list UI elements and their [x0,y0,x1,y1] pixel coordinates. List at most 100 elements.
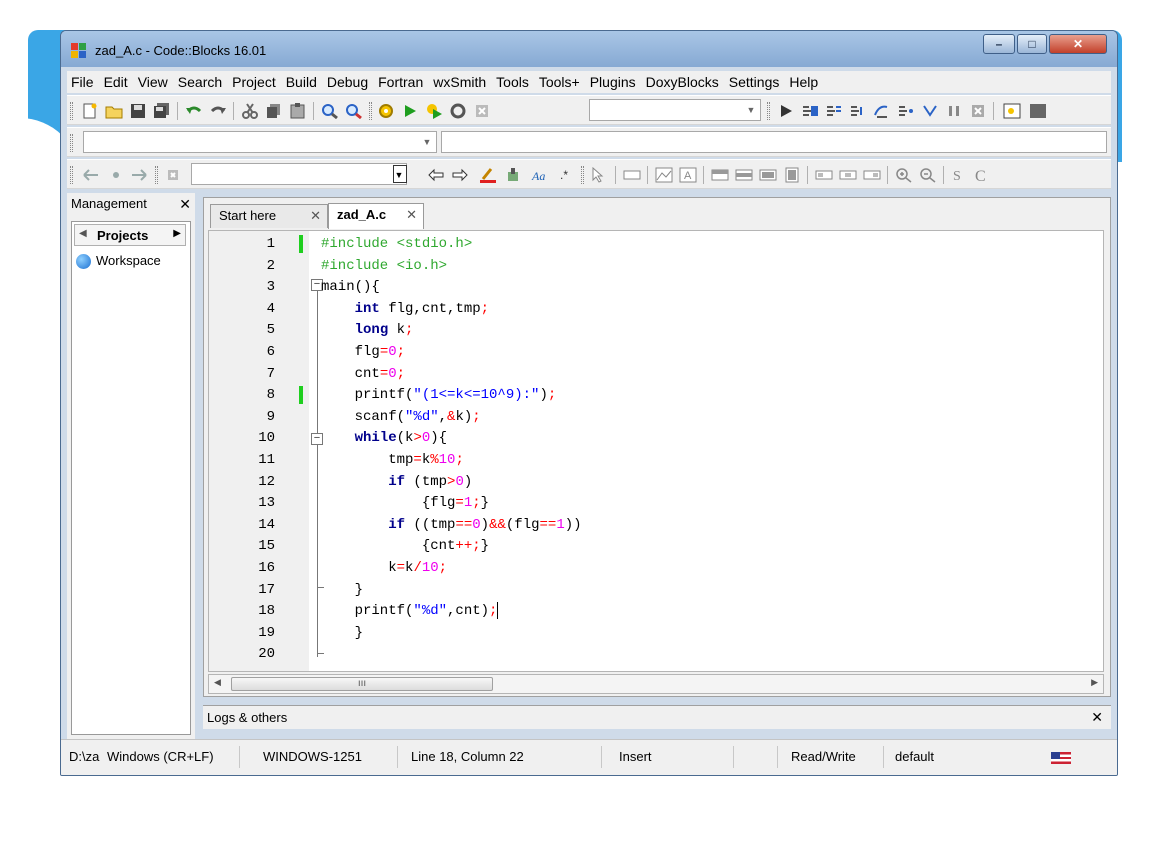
frame-center-icon[interactable] [839,167,857,183]
next-line-icon[interactable] [825,103,843,119]
scroll-thumb[interactable]: ııı [231,677,493,691]
menu-project[interactable]: Project [228,71,282,93]
find-next-icon[interactable] [451,167,469,183]
horizontal-scrollbar[interactable]: ◀ ııı ▶ [208,674,1104,694]
code-line[interactable]: 20 [209,643,1103,665]
function-select[interactable] [441,131,1107,153]
various-info-icon[interactable] [1029,103,1047,119]
scroll-right-icon[interactable]: ▶ [1091,677,1098,688]
toolbar-grip[interactable] [767,102,770,120]
menu-tools-plus[interactable]: Tools+ [535,71,586,93]
toolbar-grip[interactable] [581,166,584,184]
step-into-icon[interactable] [849,103,867,119]
code-line[interactable]: 14 if ((tmp==0)&&(flg==1)) [209,514,1103,536]
code-line[interactable]: 16 k=k/10; [209,557,1103,579]
build-gear-icon[interactable] [377,103,395,119]
debugging-windows-icon[interactable] [1003,103,1021,119]
tab-start-here[interactable]: Start here ✕ [210,204,328,228]
s-icon[interactable]: S [949,167,967,183]
menu-debug[interactable]: Debug [323,71,374,93]
chevron-right-icon[interactable]: ▶ [173,228,181,239]
toolbar-grip[interactable] [155,166,158,184]
c-icon[interactable]: C [973,167,991,183]
replace-icon[interactable] [345,103,363,119]
scope-select[interactable]: ▼ [83,131,437,153]
workspace-item[interactable]: Workspace [96,253,161,268]
zoom-in-icon[interactable] [895,167,913,183]
form-text-icon[interactable]: A [679,167,697,183]
menu-build[interactable]: Build [282,71,323,93]
code-line[interactable]: 11 tmp=k%10; [209,449,1103,471]
code-line[interactable]: 5 long k; [209,319,1103,341]
search-dropdown-button[interactable]: ▼ [393,165,407,183]
maximize-button[interactable]: □ [1017,34,1047,54]
bookmark-icon[interactable] [107,167,125,183]
form-rect-icon[interactable] [623,167,641,183]
code-line[interactable]: 15 {cnt++;} [209,535,1103,557]
copy-icon[interactable] [265,103,283,119]
form-image-icon[interactable] [655,167,673,183]
code-line[interactable]: 17 } [209,579,1103,601]
menu-view[interactable]: View [134,71,174,93]
menu-fortran[interactable]: Fortran [374,71,429,93]
close-button[interactable]: ✕ [1049,34,1107,54]
close-icon[interactable]: ✕ [179,193,191,215]
toolbar-grip[interactable] [70,134,73,152]
match-case-icon[interactable]: Aa [531,167,549,183]
redo-icon[interactable] [209,103,227,119]
undo-icon[interactable] [185,103,203,119]
step-instruction-icon[interactable] [921,103,939,119]
menu-settings[interactable]: Settings [725,71,786,93]
code-line[interactable]: 9 scanf("%d",&k); [209,406,1103,428]
layout-middle-icon[interactable] [735,167,753,183]
menu-help[interactable]: Help [785,71,824,93]
build-and-run-icon[interactable] [425,103,443,119]
code-line[interactable]: 10 while(k>0){ [209,427,1103,449]
find-icon[interactable] [321,103,339,119]
new-file-icon[interactable] [81,103,99,119]
incremental-search-input[interactable] [191,163,407,185]
code-editor[interactable]: − − 1 #include <stdio.h> 2 #include <io.h> 3… [208,230,1104,672]
jump-forward-icon[interactable] [129,167,147,183]
toolbar-grip[interactable] [70,102,73,120]
scroll-left-icon[interactable]: ◀ [214,677,221,688]
find-previous-icon[interactable] [427,167,445,183]
frame-right-icon[interactable] [863,167,881,183]
run-to-cursor-icon[interactable] [801,103,819,119]
pause-icon[interactable] [945,103,963,119]
code-line[interactable]: 18 printf("%d",cnt); [209,600,1103,622]
menu-tools[interactable]: Tools [492,71,535,93]
chevron-left-icon[interactable]: ◀ [79,228,87,239]
code-line[interactable]: 13 {flg=1;} [209,492,1103,514]
selected-text-only-icon[interactable] [505,167,523,183]
menu-edit[interactable]: Edit [100,71,134,93]
code-line[interactable]: 7 cnt=0; [209,363,1103,385]
toolbar-grip[interactable] [70,166,73,184]
debug-run-icon[interactable] [777,103,795,119]
highlight-icon[interactable] [479,167,497,183]
stop-debugger-icon[interactable] [969,103,987,119]
frame-left-icon[interactable] [815,167,833,183]
jump-back-icon[interactable] [83,167,101,183]
menu-doxyblocks[interactable]: DoxyBlocks [642,71,725,93]
toolbar-grip[interactable] [369,102,372,120]
save-all-icon[interactable] [153,103,171,119]
layout-bottom-icon[interactable] [759,167,777,183]
layout-top-icon[interactable] [711,167,729,183]
next-instruction-icon[interactable] [897,103,915,119]
close-icon[interactable]: ✕ [310,205,321,227]
save-icon[interactable] [129,103,147,119]
cut-icon[interactable] [241,103,259,119]
menu-wxsmith[interactable]: wxSmith [429,71,492,93]
minimize-button[interactable]: – [983,34,1015,54]
menu-plugins[interactable]: Plugins [586,71,642,93]
layout-full-icon[interactable] [783,167,801,183]
paste-icon[interactable] [289,103,307,119]
code-line[interactable]: 3 main(){ [209,276,1103,298]
menu-search[interactable]: Search [174,71,228,93]
code-line[interactable]: 2 #include <io.h> [209,255,1103,277]
rebuild-icon[interactable] [449,103,467,119]
code-line[interactable]: 8 printf("(1<=k<=10^9):"); [209,384,1103,406]
zoom-out-icon[interactable] [919,167,937,183]
code-line[interactable]: 6 flg=0; [209,341,1103,363]
